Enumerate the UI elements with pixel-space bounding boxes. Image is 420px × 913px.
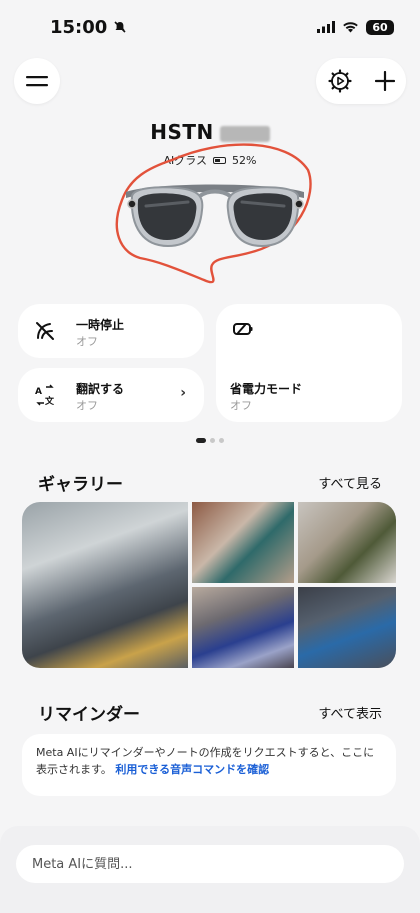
gallery-photo-4[interactable]	[192, 587, 294, 668]
battery-indicator: 60	[366, 19, 394, 35]
glasses-image[interactable]	[112, 140, 318, 290]
power-saving-title: 省電力モード	[230, 382, 303, 396]
page-dot-2[interactable]	[210, 438, 215, 443]
bell-muted-icon	[114, 21, 126, 33]
signal-icon	[317, 21, 335, 33]
page-indicator[interactable]	[0, 438, 420, 443]
translate-status: オフ	[76, 399, 98, 412]
power-saving-card[interactable]: 省電力モード オフ	[216, 304, 402, 422]
plus-icon[interactable]	[374, 71, 395, 91]
reminder-card: Meta AIにリマインダーやノートの作成をリクエストすると、ここに表示されます…	[22, 734, 396, 796]
gallery-photo-5[interactable]	[298, 587, 396, 668]
glasses-illustration	[115, 143, 312, 284]
chevron-right-icon: ›	[180, 385, 186, 401]
gallery-title: ギャラリー	[38, 475, 123, 495]
svg-text:A: A	[35, 387, 42, 397]
gallery-see-all-link[interactable]: すべて見る	[318, 473, 382, 492]
reminder-see-all-link[interactable]: すべて表示	[318, 703, 382, 722]
gallery-photo-3[interactable]	[298, 502, 396, 583]
svg-text:文: 文	[44, 395, 55, 406]
pause-status: オフ	[76, 335, 98, 348]
hamburger-icon	[26, 76, 48, 87]
gallery-grid	[22, 502, 396, 668]
pause-title: 一時停止	[76, 318, 125, 332]
reminder-title: リマインダー	[38, 705, 140, 725]
page-dot-1[interactable]	[196, 438, 206, 443]
ask-meta-ai-input[interactable]	[16, 845, 404, 883]
status-bar: 15:00 60	[0, 0, 420, 54]
translate-title: 翻訳する	[76, 382, 125, 396]
translate-card[interactable]: A 文 翻訳する オフ ›	[18, 368, 204, 422]
status-time: 15:00	[50, 17, 127, 38]
gear-play-icon[interactable]	[327, 69, 352, 93]
pause-slash-icon	[34, 320, 56, 342]
control-cards: 一時停止 オフ A 文 翻訳する オフ › 省電力モード オフ	[18, 304, 402, 422]
gallery-photo-2[interactable]	[192, 502, 294, 583]
pause-card[interactable]: 一時停止 オフ	[18, 304, 204, 358]
voice-commands-link[interactable]: 利用できる音声コマンドを確認	[115, 763, 269, 776]
gallery-header: ギャラリー すべて見る	[38, 470, 382, 495]
menu-button[interactable]	[14, 58, 60, 104]
status-icons: 60	[317, 19, 394, 35]
wifi-icon	[343, 22, 358, 33]
battery-saver-icon	[232, 318, 254, 340]
time-text: 15:00	[50, 16, 108, 38]
gallery-photo-parking[interactable]	[22, 502, 188, 668]
page-dot-3[interactable]	[219, 438, 224, 443]
reminder-header: リマインダー すべて表示	[38, 700, 382, 725]
top-right-actions	[316, 58, 406, 104]
translate-icon: A 文	[34, 384, 56, 406]
power-saving-status: オフ	[230, 399, 252, 412]
